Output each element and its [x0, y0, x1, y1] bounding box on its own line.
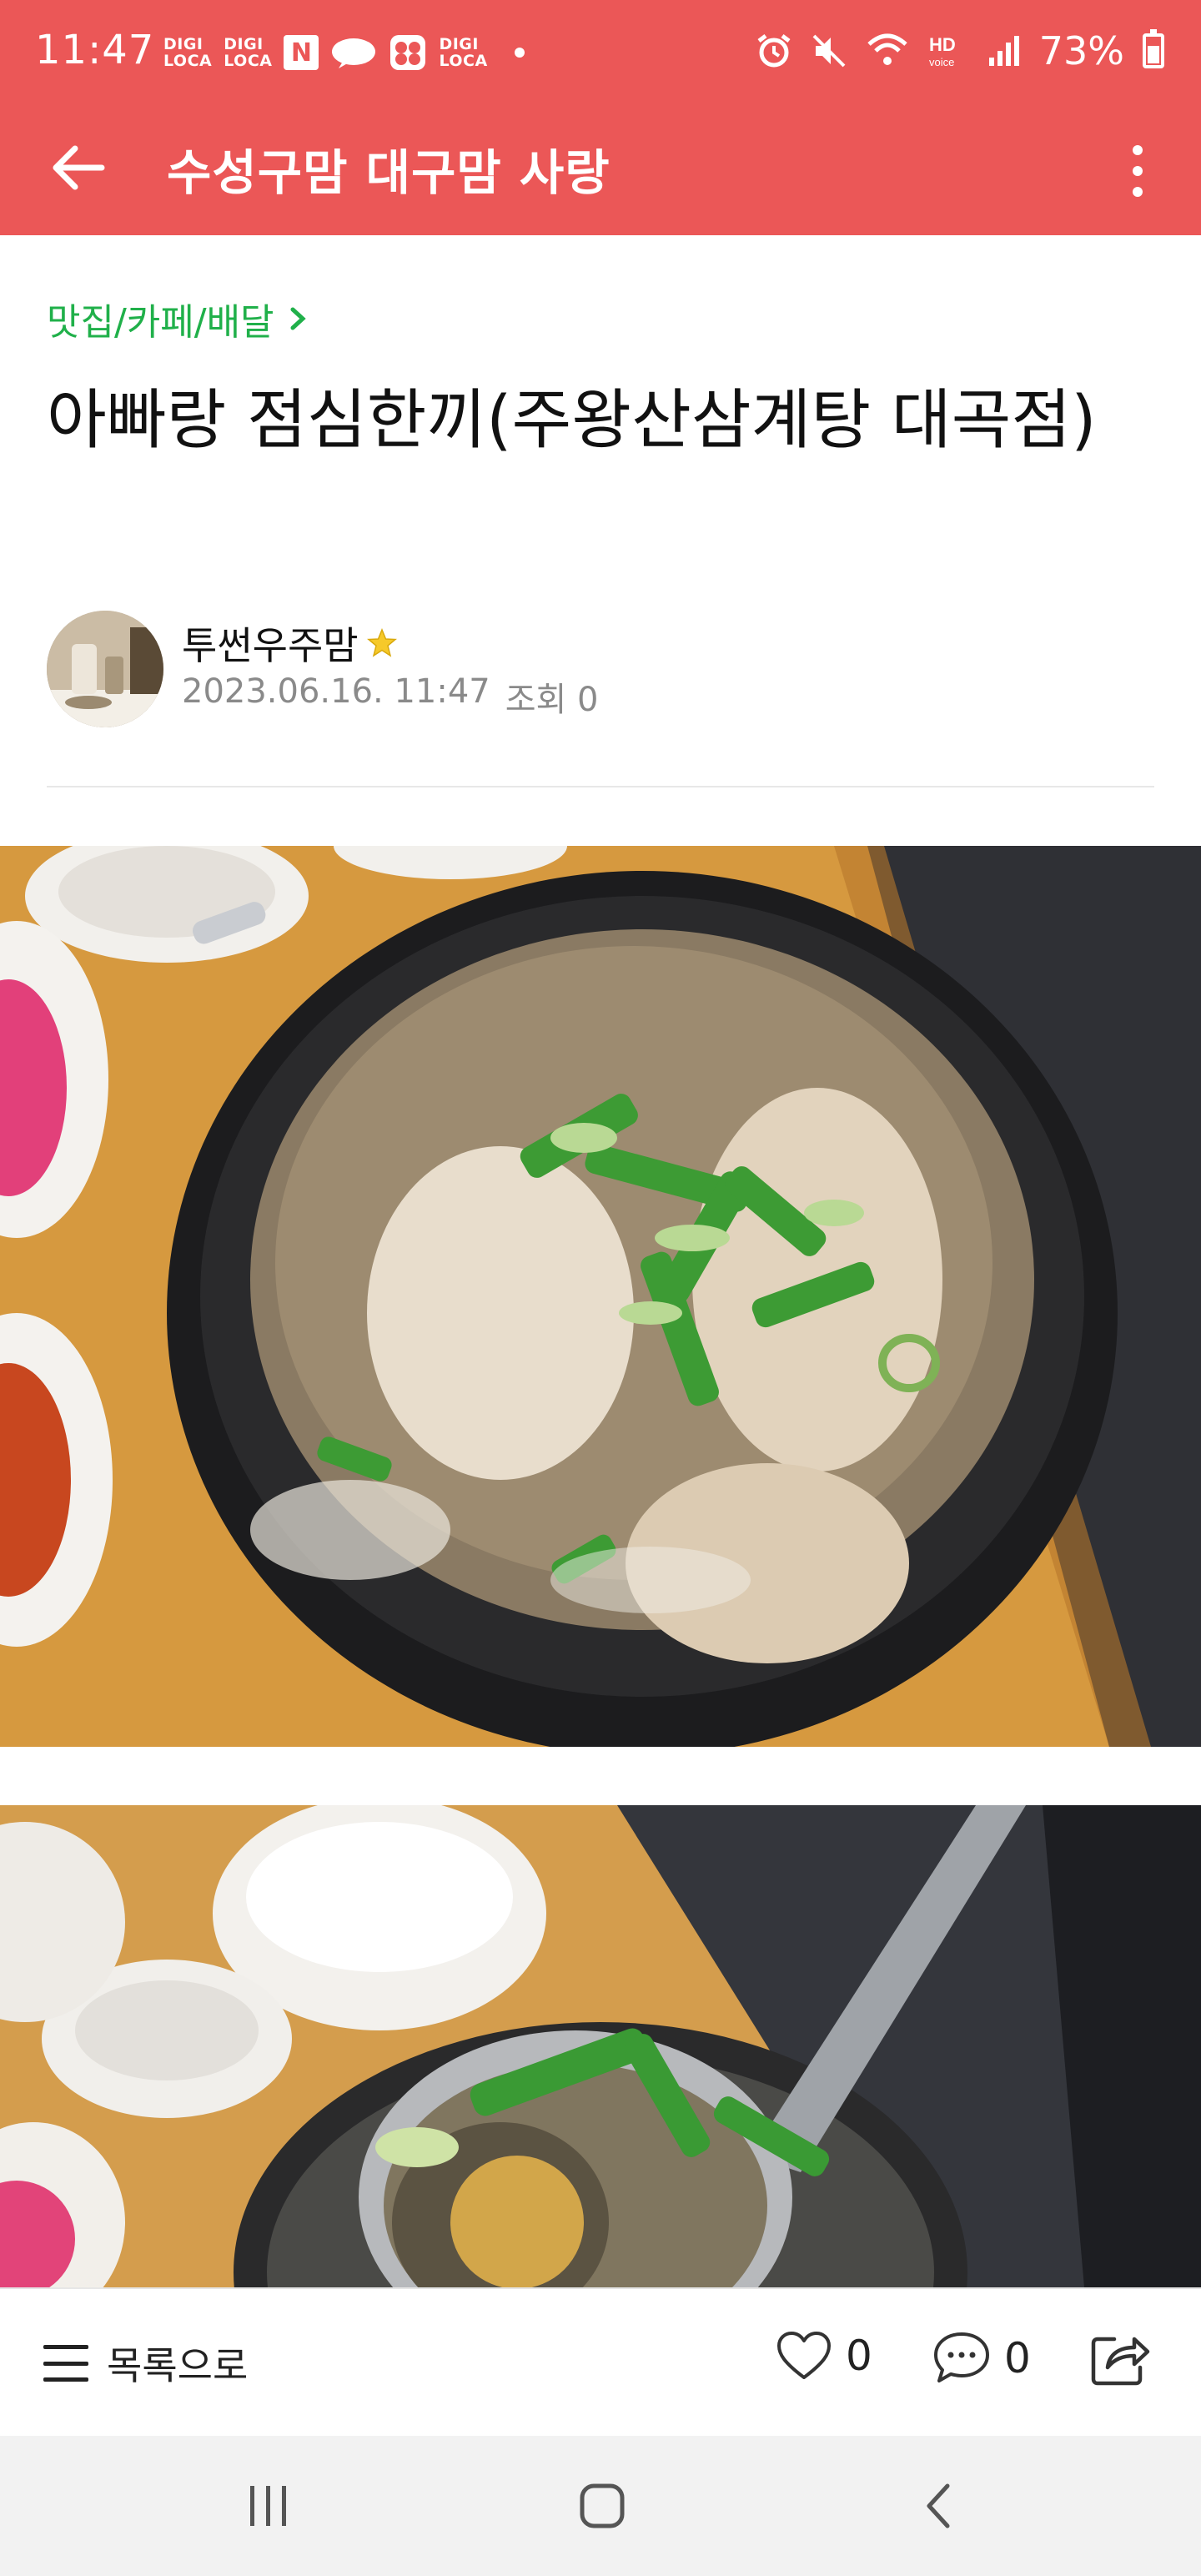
header-divider	[47, 786, 1154, 787]
recent-apps-icon	[250, 2486, 286, 2526]
more-dot	[1133, 166, 1143, 176]
author-name-row[interactable]: 투썬우주맘	[182, 616, 399, 671]
arrow-left-icon	[53, 145, 105, 190]
app-bar: 수성구맘 대구맘 사랑	[0, 108, 1201, 235]
post-date: 2023.06.16. 11:47	[182, 672, 490, 711]
status-notification-icons: DIGI LOCA DIGI LOCA N DIGI LOCA	[163, 33, 525, 72]
category-link[interactable]: 맛집/카페/배달	[47, 292, 308, 345]
mute-icon	[812, 34, 846, 68]
share-button[interactable]	[1089, 2331, 1151, 2387]
comment-count: 0	[1004, 2334, 1031, 2382]
alarm-icon	[757, 34, 791, 68]
cafe-title: 수성구맘 대구맘 사랑	[167, 144, 611, 201]
wifi-icon	[867, 33, 907, 65]
comment-icon	[934, 2332, 989, 2382]
battery-icon	[1143, 29, 1164, 68]
more-notifications-dot	[514, 48, 525, 58]
abalone-ladle-photo	[0, 1805, 1201, 2287]
post-meta: 2023.06.16. 11:47 조회 0	[182, 672, 599, 721]
digi-loca-icon: DIGI LOCA	[439, 35, 488, 70]
digi-loca-icon: DIGI LOCA	[224, 35, 273, 70]
status-time: 11:47	[35, 27, 155, 73]
home-icon	[580, 2483, 625, 2528]
post-photo[interactable]	[0, 846, 1201, 1747]
more-dot	[1133, 187, 1143, 197]
menu-icon	[43, 2345, 88, 2382]
post-photo[interactable]	[0, 1805, 1201, 2287]
star-icon	[366, 628, 397, 657]
more-dot	[1133, 145, 1143, 155]
app-icon	[390, 35, 426, 70]
home-button[interactable]	[560, 2473, 644, 2539]
heart-icon	[777, 2332, 831, 2379]
view-count: 조회 0	[505, 681, 599, 719]
author-avatar[interactable]	[47, 611, 163, 727]
digi-loca-icon: DIGI LOCA	[163, 35, 213, 70]
svg-text:HD: HD	[929, 34, 956, 55]
category-label: 맛집/카페/배달	[47, 301, 274, 344]
back-to-list-button[interactable]: 목록으로	[43, 2336, 248, 2391]
post-title: 아빠랑 점심한끼(주왕산삼계탕 대곡점)	[47, 383, 1097, 458]
like-button[interactable]: 0	[776, 2331, 872, 2381]
back-to-list-label: 목록으로	[107, 2343, 249, 2388]
signal-icon	[988, 36, 1019, 66]
top-bar: 11:47 DIGI LOCA DIGI LOCA N DIGI LOCA HD…	[0, 0, 1201, 235]
more-options-button[interactable]	[1113, 133, 1163, 209]
hd-voice-icon: HD voice	[929, 34, 956, 68]
like-count: 0	[846, 2332, 872, 2380]
samgyetang-photo	[0, 846, 1201, 1747]
chevron-right-icon	[290, 307, 306, 330]
naver-icon: N	[284, 35, 319, 70]
system-back-button[interactable]	[897, 2473, 981, 2539]
battery-percent: 73%	[1038, 28, 1124, 73]
share-icon	[1091, 2337, 1150, 2386]
cloud-icon	[332, 38, 376, 68]
back-button[interactable]	[42, 130, 117, 205]
status-bar: 11:47 DIGI LOCA DIGI LOCA N DIGI LOCA HD…	[0, 0, 1201, 108]
status-system-icons: HD voice 73%	[756, 28, 1164, 73]
comment-button[interactable]: 0	[932, 2331, 1031, 2386]
system-navigation-bar	[0, 2436, 1201, 2576]
svg-text:voice: voice	[929, 56, 954, 68]
author-name: 투썬우주맘	[182, 623, 359, 668]
avatar-image	[47, 611, 163, 727]
recent-apps-button[interactable]	[227, 2473, 310, 2539]
chevron-left-icon	[927, 2483, 950, 2528]
post-action-bar: 목록으로 0 0	[0, 2287, 1201, 2436]
